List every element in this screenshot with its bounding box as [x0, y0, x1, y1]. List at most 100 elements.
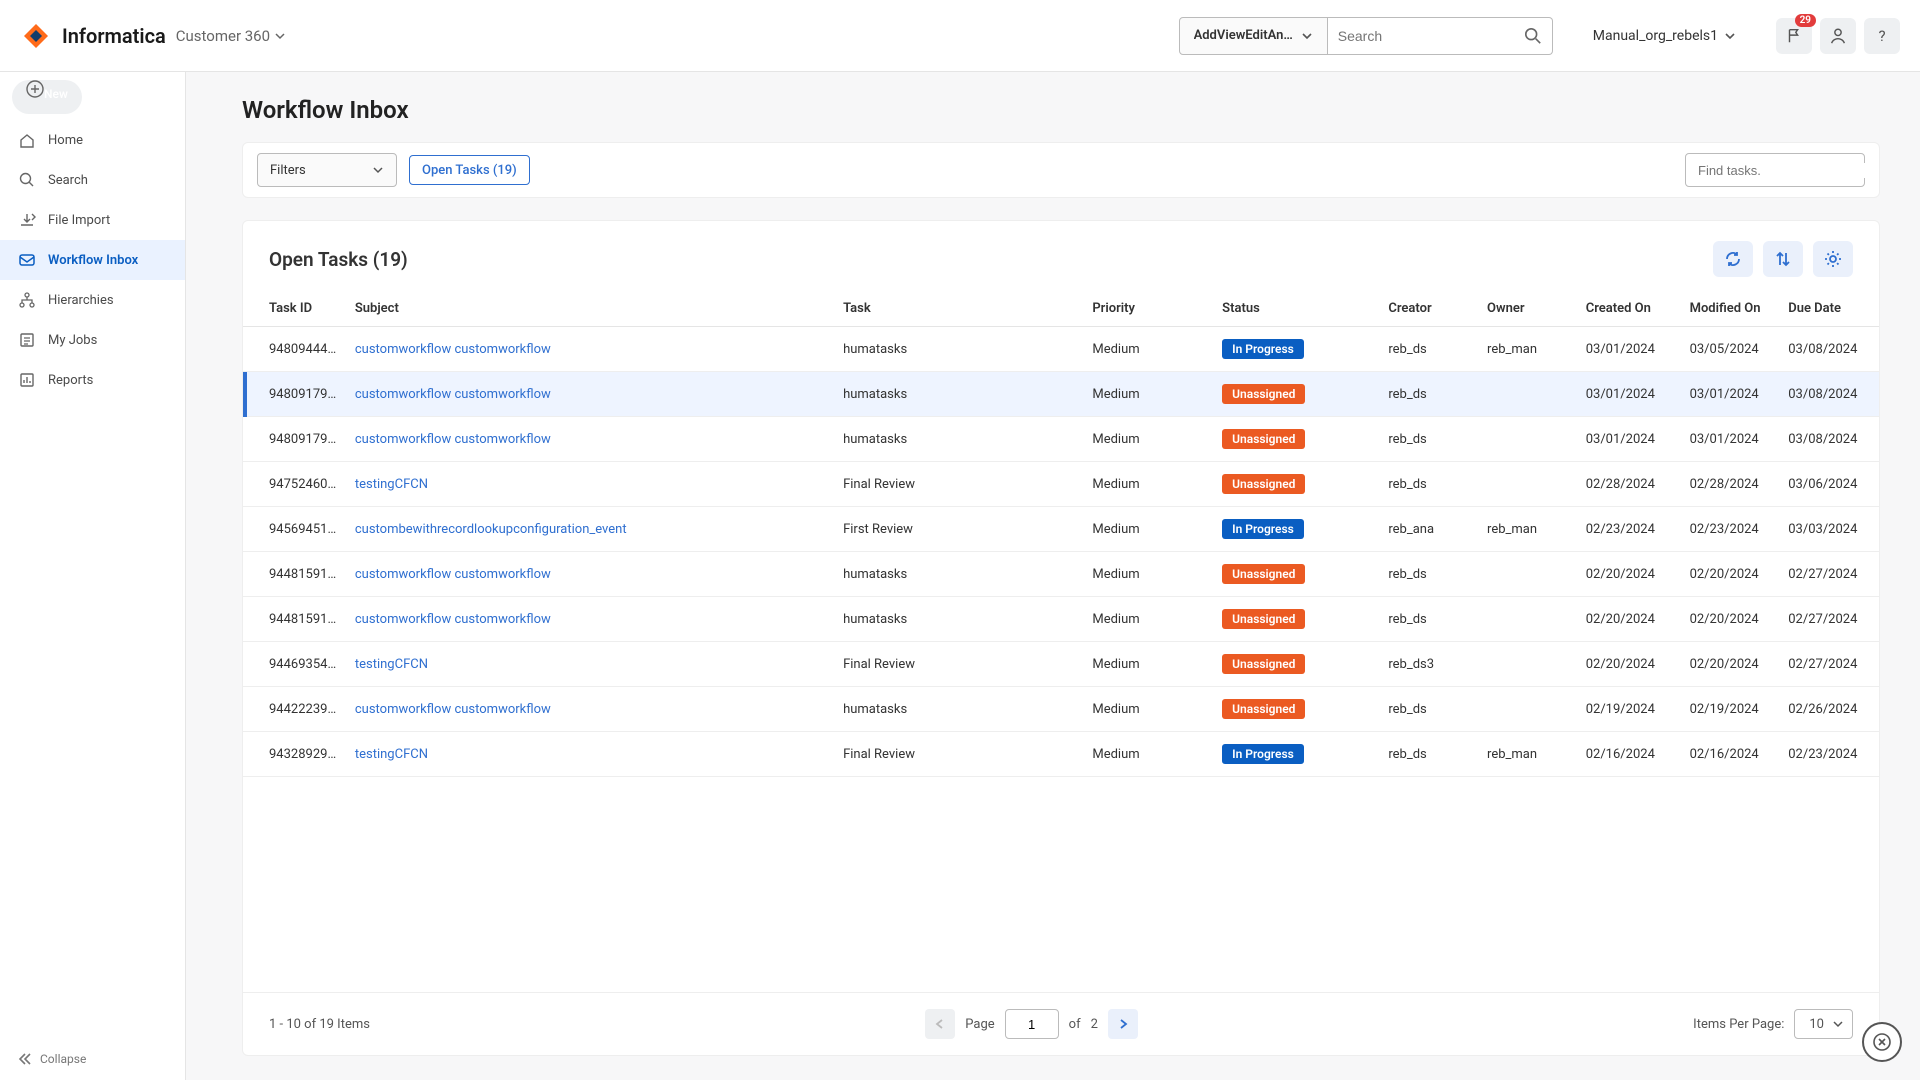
cell-subject[interactable]: testingCFCN	[347, 462, 835, 507]
table-row[interactable]: 94569451…custombewithrecordlookupconfigu…	[243, 507, 1879, 552]
cell-subject[interactable]: customworkflow customworkflow	[347, 417, 835, 462]
cell-priority: Medium	[1084, 417, 1214, 462]
cell-status: Unassigned	[1214, 462, 1380, 507]
sort-button[interactable]	[1763, 241, 1803, 277]
table-row[interactable]: 94422239…customworkflow customworkflowhu…	[243, 687, 1879, 732]
collapse-sidebar[interactable]: Collapse	[0, 1038, 185, 1080]
page-input[interactable]	[1005, 1009, 1059, 1039]
cell-modified: 03/05/2024	[1682, 327, 1781, 372]
cell-status: Unassigned	[1214, 642, 1380, 687]
sidebar-item-workflow-inbox[interactable]: Workflow Inbox	[0, 240, 185, 280]
settings-button[interactable]	[1813, 241, 1853, 277]
table-row[interactable]: 94481591…customworkflow customworkflowhu…	[243, 552, 1879, 597]
cell-modified: 02/20/2024	[1682, 552, 1781, 597]
profile-button[interactable]	[1820, 18, 1856, 54]
cell-priority: Medium	[1084, 507, 1214, 552]
cell-subject[interactable]: custombewithrecordlookupconfiguration_ev…	[347, 507, 835, 552]
cell-owner	[1479, 597, 1578, 642]
user-menu[interactable]: Manual_org_rebels1	[1593, 28, 1736, 44]
sidebar-item-file-import[interactable]: File Import	[0, 200, 185, 240]
cell-subject[interactable]: customworkflow customworkflow	[347, 552, 835, 597]
cell-status: In Progress	[1214, 507, 1380, 552]
app-switcher[interactable]: Customer 360	[176, 27, 286, 45]
brand-logo-icon	[20, 20, 52, 52]
filters-dropdown[interactable]: Filters	[257, 153, 397, 187]
pagination-range: 1 - 10 of 19 Items	[269, 1017, 370, 1032]
global-search-input[interactable]	[1338, 28, 1524, 44]
table-row[interactable]: 94469354…testingCFCNFinal ReviewMediumUn…	[243, 642, 1879, 687]
cell-taskid: 94481591…	[243, 597, 347, 642]
column-header[interactable]: Due Date	[1780, 291, 1879, 327]
import-icon	[18, 211, 36, 229]
sidebar-item-my-jobs[interactable]: My Jobs	[0, 320, 185, 360]
help-icon: ?	[1878, 27, 1885, 45]
filter-chip-open-tasks[interactable]: Open Tasks (19)	[409, 155, 530, 185]
cell-owner: reb_man	[1479, 327, 1578, 372]
sidebar-item-hierarchies[interactable]: Hierarchies	[0, 280, 185, 320]
sidebar-item-new[interactable]: New	[12, 80, 82, 114]
chat-close-icon	[1872, 1032, 1892, 1052]
column-header[interactable]: Subject	[347, 291, 835, 327]
cell-due: 03/03/2024	[1780, 507, 1879, 552]
table-row[interactable]: 94328929…testingCFCNFinal ReviewMediumIn…	[243, 732, 1879, 777]
help-button[interactable]: ?	[1864, 18, 1900, 54]
column-header[interactable]: Priority	[1084, 291, 1214, 327]
cell-owner	[1479, 687, 1578, 732]
cell-owner: reb_man	[1479, 507, 1578, 552]
cell-task: humatasks	[835, 417, 1084, 462]
cell-created: 03/01/2024	[1578, 372, 1682, 417]
column-header[interactable]: Status	[1214, 291, 1380, 327]
column-header[interactable]: Owner	[1479, 291, 1578, 327]
cell-subject[interactable]: testingCFCN	[347, 642, 835, 687]
cell-created: 02/16/2024	[1578, 732, 1682, 777]
cell-subject[interactable]: customworkflow customworkflow	[347, 597, 835, 642]
items-per-page-select[interactable]: 10	[1794, 1009, 1853, 1039]
cell-priority: Medium	[1084, 552, 1214, 597]
cell-due: 03/08/2024	[1780, 372, 1879, 417]
cell-creator: reb_ds	[1380, 372, 1479, 417]
sidebar-item-search[interactable]: Search	[0, 160, 185, 200]
cell-creator: reb_ds3	[1380, 642, 1479, 687]
cell-modified: 02/28/2024	[1682, 462, 1781, 507]
brand-block: Informatica	[20, 20, 166, 52]
cell-task: humatasks	[835, 552, 1084, 597]
next-page-button[interactable]	[1108, 1009, 1138, 1039]
find-tasks-input[interactable]	[1698, 163, 1874, 178]
cell-subject[interactable]: testingCFCN	[347, 732, 835, 777]
sidebar-item-label: Hierarchies	[48, 293, 114, 308]
cell-created: 02/19/2024	[1578, 687, 1682, 732]
items-per-page-label: Items Per Page:	[1693, 1017, 1784, 1032]
column-header[interactable]: Modified On	[1682, 291, 1781, 327]
cell-created: 02/20/2024	[1578, 597, 1682, 642]
cell-subject[interactable]: customworkflow customworkflow	[347, 687, 835, 732]
table-row[interactable]: 94481591…customworkflow customworkflowhu…	[243, 597, 1879, 642]
refresh-button[interactable]	[1713, 241, 1753, 277]
column-header[interactable]: Creator	[1380, 291, 1479, 327]
table-row[interactable]: 94752460…testingCFCNFinal ReviewMediumUn…	[243, 462, 1879, 507]
chat-fab[interactable]	[1862, 1022, 1902, 1062]
sidebar-item-label: Search	[48, 173, 88, 188]
sidebar-item-reports[interactable]: Reports	[0, 360, 185, 400]
chevron-down-icon	[1832, 1018, 1844, 1030]
table-row[interactable]: 94809179…customworkflow customworkflowhu…	[243, 372, 1879, 417]
column-header[interactable]: Created On	[1578, 291, 1682, 327]
cell-modified: 03/01/2024	[1682, 372, 1781, 417]
table-row[interactable]: 94809179…customworkflow customworkflowhu…	[243, 417, 1879, 462]
cell-status: Unassigned	[1214, 372, 1380, 417]
global-search[interactable]	[1328, 17, 1553, 55]
role-dropdown[interactable]: AddViewEditAn…	[1179, 17, 1328, 55]
cell-subject[interactable]: customworkflow customworkflow	[347, 327, 835, 372]
cell-modified: 02/19/2024	[1682, 687, 1781, 732]
prev-page-button[interactable]	[925, 1009, 955, 1039]
table-row[interactable]: 94809444…customworkflow customworkflowhu…	[243, 327, 1879, 372]
sidebar-item-home[interactable]: Home	[0, 120, 185, 160]
tasks-card: Open Tasks (19) Task IDSubjectTaskPriori…	[242, 220, 1880, 1056]
cell-subject[interactable]: customworkflow customworkflow	[347, 372, 835, 417]
column-header[interactable]: Task ID	[243, 291, 347, 327]
notifications-button[interactable]: 29	[1776, 18, 1812, 54]
find-tasks-box[interactable]	[1685, 153, 1865, 187]
sidebar-item-label: Home	[48, 133, 83, 148]
chevron-down-icon	[372, 164, 384, 176]
column-header[interactable]: Task	[835, 291, 1084, 327]
cell-due: 03/06/2024	[1780, 462, 1879, 507]
